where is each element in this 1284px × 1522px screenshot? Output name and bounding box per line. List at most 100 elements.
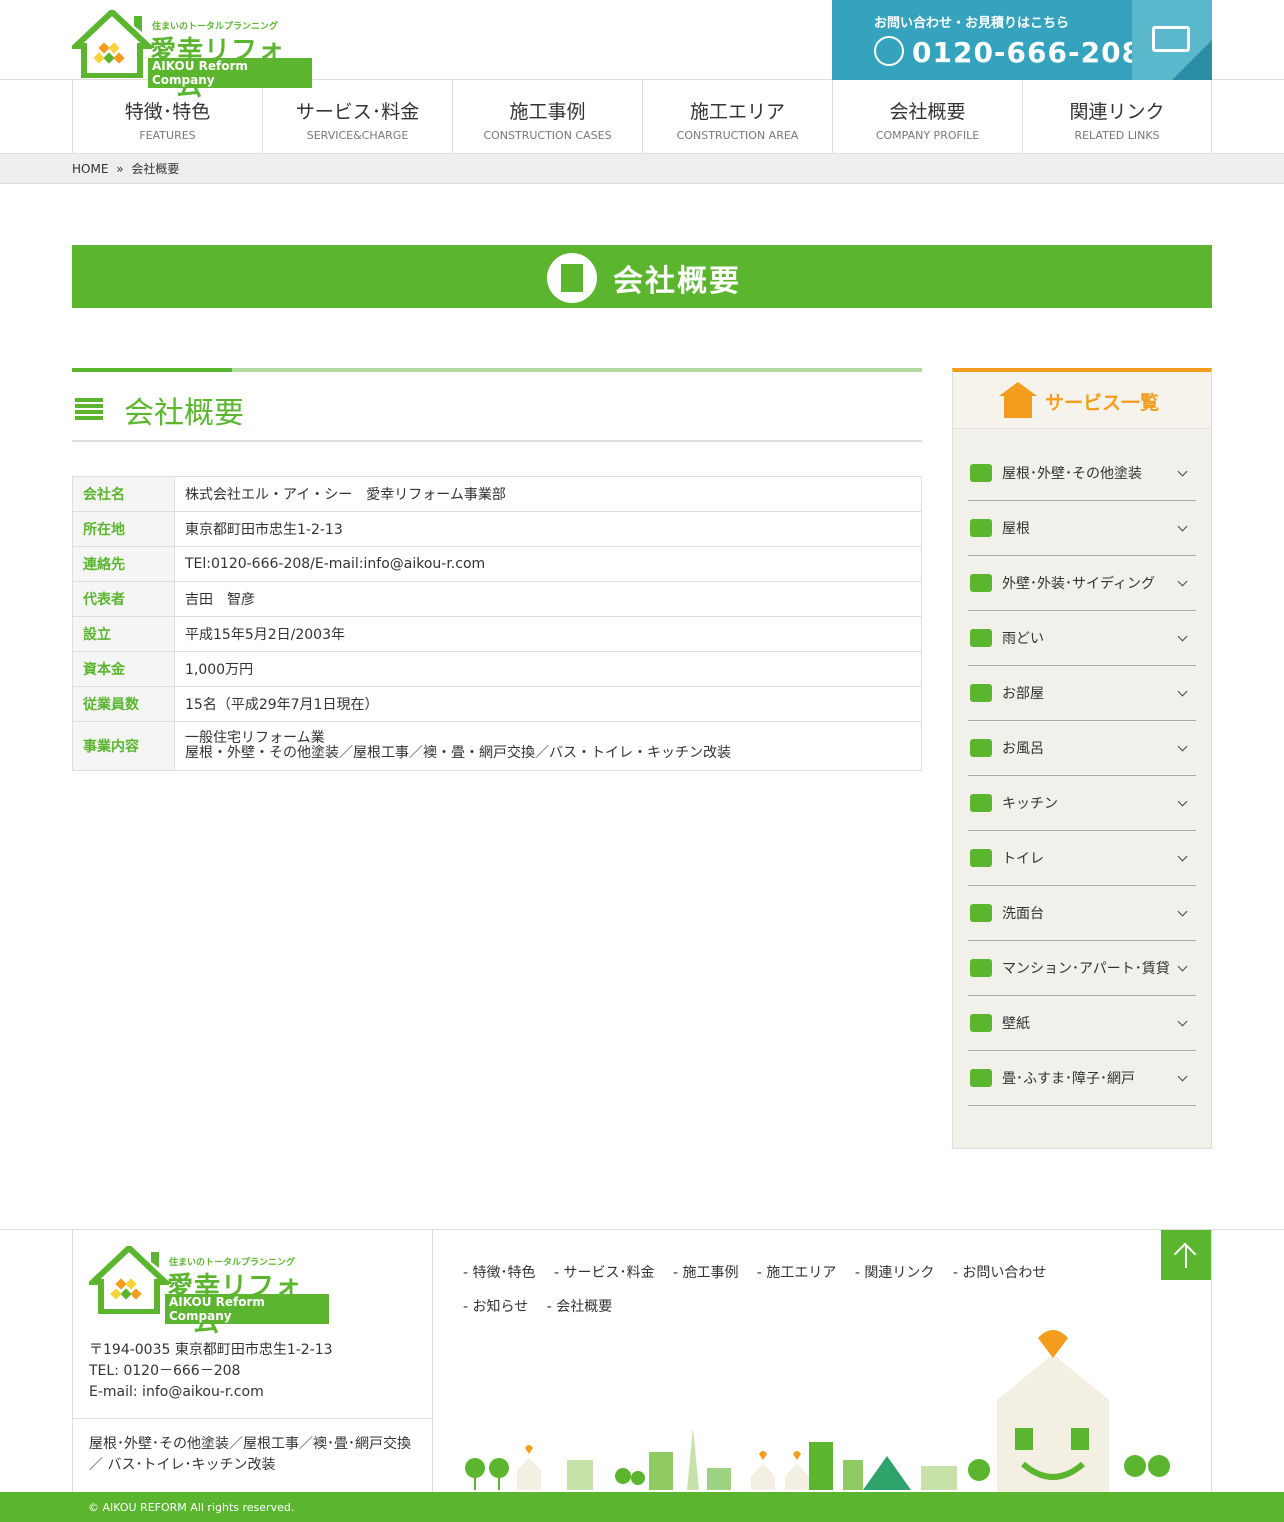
logo-name-en: AIKOU Reform Company	[148, 58, 312, 88]
faucet-icon	[970, 904, 992, 922]
chevron-down-icon	[1177, 686, 1188, 697]
roof-icon	[970, 519, 992, 537]
row-label: 資本金	[72, 651, 175, 687]
sidebar-item-wallpaper[interactable]: 壁紙	[968, 996, 1196, 1051]
breadcrumb-home[interactable]: HOME	[72, 162, 108, 176]
logo-name-en: AIKOU Reform Company	[165, 1294, 329, 1324]
site-logo[interactable]: 住まいのトータルプランニング 愛幸リフォーム AIKOU Reform Comp…	[68, 7, 312, 103]
sidebar-item-label: 屋根･外壁･その他塗装	[1002, 466, 1142, 482]
sidebar-item-label: 洗面台	[1002, 906, 1044, 922]
table-row: 連絡先 TEl:0120-666-208/E-mail:info@aikou-r.…	[72, 546, 922, 582]
pot-icon	[970, 794, 992, 812]
section-heading: 会社概要	[72, 368, 922, 442]
sidebar-item-label: お部屋	[1002, 686, 1044, 702]
wallpaper-icon	[970, 1014, 992, 1032]
table-row: 資本金 1,000万円	[72, 651, 922, 687]
paint-roller-icon	[970, 464, 992, 482]
footer-divider	[73, 1418, 433, 1419]
sidebar-item-apartment[interactable]: マンション･アパート･賃貸	[968, 941, 1196, 996]
footer-logo[interactable]: 住まいのトータルプランニング 愛幸リフォーム AIKOU Reform Comp…	[85, 1243, 329, 1339]
row-label: 従業員数	[72, 686, 175, 722]
nav-item-area[interactable]: 施工エリア CONSTRUCTION AREA	[642, 80, 832, 153]
chevron-down-icon	[1177, 796, 1188, 807]
sidebar-item-tatami[interactable]: 畳･ふすま･障子･網戸	[968, 1051, 1196, 1106]
row-value: 一般住宅リフォーム業 屋根・外壁・その他塗装／屋根工事／襖・畳・網戸交換／バス・ト…	[174, 721, 922, 771]
row-label: 所在地	[72, 511, 175, 547]
contact-banner[interactable]: お問い合わせ・お見積りはこちら 0120-666-208	[832, 0, 1212, 80]
nav-item-cases[interactable]: 施工事例 CONSTRUCTION CASES	[452, 80, 642, 153]
footer-link-news[interactable]: - お知らせ	[463, 1299, 528, 1315]
row-value: TEl:0120-666-208/E-mail:info@aikou-r.com	[174, 546, 922, 582]
sidebar-item-exterior[interactable]: 外壁･外装･サイディング	[968, 556, 1196, 611]
footer-link-contact[interactable]: - お問い合わせ	[953, 1265, 1047, 1281]
shoji-icon	[970, 1069, 992, 1087]
nav-label: 施工事例	[509, 101, 586, 123]
sidebar-item-toilet[interactable]: トイレ	[968, 831, 1196, 886]
sidebar-item-kitchen[interactable]: キッチン	[968, 776, 1196, 831]
sidebar-title: サービス一覧	[1045, 392, 1160, 414]
footer-link-related[interactable]: - 関連リンク	[855, 1265, 935, 1281]
chevron-down-icon	[1177, 961, 1188, 972]
breadcrumb: HOME » 会社概要	[0, 154, 1284, 184]
sidebar-header: サービス一覧	[953, 372, 1211, 429]
breadcrumb-current: 会社概要	[131, 162, 180, 176]
sidebar-item-washbasin[interactable]: 洗面台	[968, 886, 1196, 941]
table-row: 設立 平成15年5月2日/2003年	[72, 616, 922, 652]
row-value-line2: 屋根・外壁・その他塗装／屋根工事／襖・畳・網戸交換／バス・トイレ・キッチン改装	[185, 745, 731, 761]
chevron-down-icon	[1177, 521, 1188, 532]
phone-icon	[874, 36, 904, 66]
footer-email: E-mail: info@aikou-r.com	[89, 1384, 264, 1400]
chevron-down-icon	[1177, 631, 1188, 642]
nav-item-links[interactable]: 関連リンク RELATED LINKS	[1022, 80, 1212, 153]
footer-link-company[interactable]: - 会社概要	[547, 1299, 613, 1315]
town-illustration	[465, 1330, 1170, 1492]
chevron-down-icon	[1177, 851, 1188, 862]
service-sidebar: サービス一覧 屋根･外壁･その他塗装 屋根 外壁･外装･サイディング 雨どい お…	[952, 368, 1212, 1149]
nav-label: 関連リンク	[1069, 101, 1165, 123]
chevron-down-icon	[1177, 1071, 1188, 1082]
nav-label-en: FEATURES	[139, 129, 196, 142]
back-to-top-button[interactable]	[1161, 1230, 1211, 1280]
chevron-down-icon	[1177, 466, 1188, 477]
sidebar-item-label: お風呂	[1002, 741, 1044, 757]
chevron-down-icon	[1177, 741, 1188, 752]
footer-company-info: 住まいのトータルプランニング 愛幸リフォーム AIKOU Reform Comp…	[72, 1230, 433, 1492]
nav-label-en: CONSTRUCTION AREA	[676, 129, 799, 142]
sidebar-item-bath[interactable]: お風呂	[968, 721, 1196, 776]
ceiling-lamp-icon	[970, 684, 992, 702]
rain-cloud-icon	[970, 629, 992, 647]
site-footer: 住まいのトータルプランニング 愛幸リフォーム AIKOU Reform Comp…	[0, 1229, 1284, 1522]
row-label: 代表者	[72, 581, 175, 617]
contact-label: お問い合わせ・お見積りはこちら	[874, 16, 1070, 31]
contact-tel[interactable]: 0120-666-208	[912, 36, 1142, 69]
footer-address: 〒194-0035 東京都町田市忠生1-2-13	[89, 1342, 333, 1358]
sidebar-item-label: 外壁･外装･サイディング	[1002, 576, 1156, 592]
mail-button[interactable]	[1132, 0, 1212, 80]
footer-link-cases[interactable]: - 施工事例	[673, 1265, 739, 1281]
sidebar-item-label: 畳･ふすま･障子･網戸	[1002, 1071, 1135, 1087]
house-icon	[999, 382, 1037, 418]
building-icon	[547, 253, 597, 303]
sidebar-item-gutter[interactable]: 雨どい	[968, 611, 1196, 666]
nav-item-company[interactable]: 会社概要 COMPANY PROFILE	[832, 80, 1022, 153]
row-label: 事業内容	[72, 721, 175, 771]
footer-links-area: - 特徴･特色 - サービス･料金 - 施工事例 - 施工エリア - 関連リンク…	[433, 1230, 1212, 1492]
sidebar-item-roof[interactable]: 屋根	[968, 501, 1196, 556]
sidebar-item-label: 屋根	[1002, 521, 1030, 537]
sidebar-item-room[interactable]: お部屋	[968, 666, 1196, 721]
chevron-down-icon	[1177, 906, 1188, 917]
table-row: 従業員数 15名（平成29年7月1日現在）	[72, 686, 922, 722]
nav-label-en: CONSTRUCTION CASES	[483, 129, 612, 142]
house-logo-icon	[68, 7, 156, 79]
footer-link-area[interactable]: - 施工エリア	[757, 1265, 837, 1281]
brick-wall-icon	[75, 398, 103, 420]
sidebar-item-painting[interactable]: 屋根･外壁･その他塗装	[968, 446, 1196, 501]
footer-services: 屋根･外壁･その他塗装／屋根工事／襖･畳･網戸交換／ バス･トイレ･キッチン改装	[89, 1436, 411, 1473]
company-profile-table: 会社名 株式会社エル・アイ・シー 愛幸リフォーム事業部 所在地 東京都町田市忠生1-…	[72, 476, 922, 771]
footer-link-service[interactable]: - サービス･料金	[554, 1265, 655, 1281]
page-title: 会社概要	[613, 264, 741, 299]
row-value: 平成15年5月2日/2003年	[174, 616, 922, 652]
row-value: 株式会社エル・アイ・シー 愛幸リフォーム事業部	[174, 476, 922, 512]
sidebar-item-label: 雨どい	[1002, 631, 1044, 647]
footer-link-features[interactable]: - 特徴･特色	[463, 1265, 536, 1281]
